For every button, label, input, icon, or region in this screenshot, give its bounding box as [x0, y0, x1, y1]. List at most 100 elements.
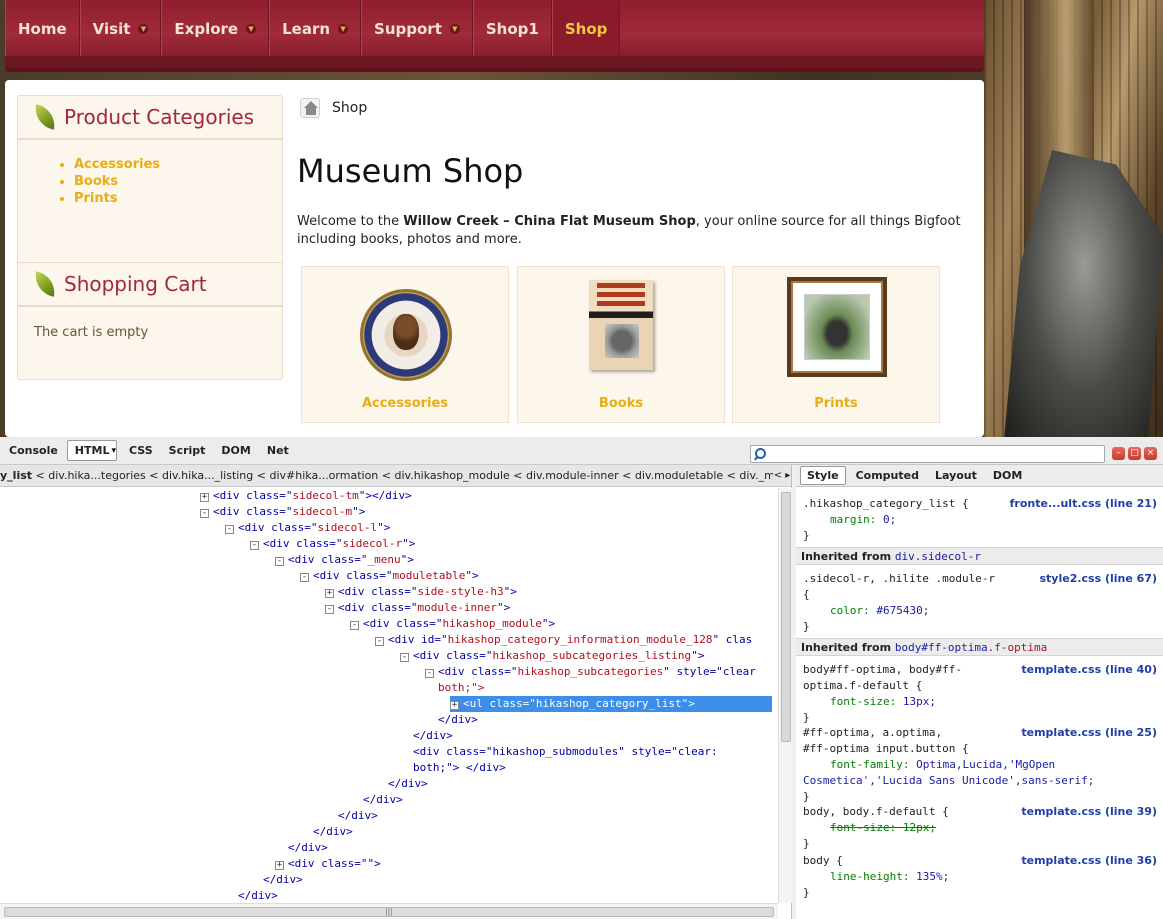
framed-print-image[interactable] — [787, 277, 887, 377]
category-tile-prints[interactable]: Prints — [732, 266, 940, 423]
selected-dom-node[interactable]: + <ul class="hikashop_category_list"> — [450, 696, 772, 712]
dom-tree-node[interactable]: </div> — [438, 712, 478, 728]
collapse-icon[interactable]: - — [225, 525, 234, 534]
devtools-tab-html[interactable]: HTML — [66, 440, 118, 461]
rule-property[interactable]: font-size: 13px; — [830, 694, 936, 710]
rule-selector[interactable]: .hikashop_category_list { — [803, 496, 969, 512]
devtools-tab-console[interactable]: Console — [2, 441, 65, 460]
side-tab-layout[interactable]: Layout — [929, 467, 983, 484]
dom-tree-node[interactable]: + <div class="side-style-h3"> — [325, 584, 517, 600]
dom-tree-node[interactable]: </div> — [413, 728, 453, 744]
dropdown-arrow-icon[interactable]: ▼ — [449, 24, 460, 34]
dom-tree-node[interactable]: both;"> </div> — [413, 760, 506, 776]
dom-tree-node[interactable]: </div> — [338, 808, 378, 824]
tile-label[interactable]: Prints — [733, 396, 939, 411]
rule-source-link[interactable]: fronte...ult.css (line 21) — [1010, 496, 1157, 512]
nav-item-shop[interactable]: Shop — [551, 0, 621, 58]
dom-tree-node[interactable]: + <div class=""> — [275, 856, 381, 872]
dom-tree-node[interactable]: </div> — [238, 888, 278, 903]
inherited-selector[interactable]: body#ff-optima — [895, 641, 988, 654]
devtools-search-input[interactable] — [750, 445, 1105, 463]
vertical-scrollbar[interactable] — [778, 488, 792, 903]
devtools-tab-net[interactable]: Net — [260, 441, 296, 460]
collapse-icon[interactable]: - — [300, 573, 309, 582]
rule-selector[interactable]: body#ff-optima, body#ff- — [803, 662, 962, 678]
devtools-tab-dom[interactable]: DOM — [214, 441, 257, 460]
dom-tree-node[interactable]: + <div class="sidecol-tm"></div> — [200, 488, 412, 504]
dom-tree-node[interactable]: both;"> — [438, 680, 484, 696]
dom-tree-node[interactable]: - <div class="hikashop_subcategories" sty… — [425, 664, 756, 680]
rule-selector[interactable]: optima.f-default { — [803, 678, 922, 694]
close-icon[interactable]: × — [1144, 447, 1157, 460]
breadcrumb-scroll-icon[interactable]: < ▸ — [773, 465, 791, 486]
collapse-icon[interactable]: - — [275, 557, 284, 566]
rule-property[interactable]: line-height: 135%; — [830, 869, 949, 885]
rule-source-link[interactable]: style2.css (line 67) — [1039, 571, 1157, 587]
dom-tree-node[interactable]: - <div class="sidecol-r"> — [250, 536, 415, 552]
nav-item-visit[interactable]: Visit ▼ — [79, 0, 162, 58]
nav-item-shop1[interactable]: Shop1 — [472, 0, 552, 58]
dom-tree-node[interactable]: <div class="hikashop_submodules" style="… — [413, 744, 718, 760]
inherited-selector[interactable]: div.sidecol-r — [895, 550, 981, 563]
collapse-icon[interactable]: - — [250, 541, 259, 550]
devtools-tab-script[interactable]: Script — [162, 441, 213, 460]
detach-icon[interactable]: □ — [1128, 447, 1141, 460]
breadcrumb-node[interactable]: div.hikashop_module — [395, 469, 510, 482]
bigfoot-lives-badge-image[interactable] — [360, 289, 452, 381]
collapse-icon[interactable]: - — [425, 669, 434, 678]
dropdown-arrow-icon[interactable]: ▾ — [111, 446, 116, 456]
rule-source-link[interactable]: template.css (line 40) — [1021, 662, 1157, 678]
collapse-icon[interactable]: - — [400, 653, 409, 662]
breadcrumb-node[interactable]: div.hika...tegories — [48, 469, 146, 482]
side-tab-style[interactable]: Style — [800, 466, 846, 485]
devtools-tab-css[interactable]: CSS — [122, 441, 160, 460]
collapse-icon[interactable]: - — [350, 621, 359, 630]
book-cover-image[interactable] — [589, 280, 653, 370]
home-icon[interactable] — [300, 98, 320, 118]
rule-selector[interactable]: .sidecol-r, .hilite .module-r — [803, 571, 995, 587]
expand-icon[interactable]: + — [450, 701, 459, 710]
category-tile-books[interactable]: Books — [517, 266, 725, 423]
collapse-icon[interactable]: - — [325, 605, 334, 614]
category-link[interactable]: Books — [74, 173, 282, 190]
nav-item-home[interactable]: Home — [5, 0, 80, 58]
dom-tree-node[interactable]: - <div class="moduletable"> — [300, 568, 479, 584]
tile-label[interactable]: Books — [518, 396, 724, 411]
inherited-selector[interactable]: .f-optima — [988, 641, 1048, 654]
rule-selector[interactable]: body { — [803, 853, 843, 869]
dom-tree-node[interactable]: - <div class="module-inner"> — [325, 600, 510, 616]
side-tab-dom[interactable]: DOM — [987, 467, 1028, 484]
expand-icon[interactable]: + — [200, 493, 209, 502]
breadcrumb-node[interactable]: div#hika...ormation — [269, 469, 378, 482]
dom-tree-node[interactable]: </div> — [363, 792, 403, 808]
dom-tree-node[interactable]: </div> — [263, 872, 303, 888]
rule-property[interactable]: color: #675430; — [830, 603, 929, 619]
tile-label[interactable]: Accessories — [302, 396, 508, 411]
rule-source-link[interactable]: template.css (line 25) — [1021, 725, 1157, 741]
rule-selector[interactable]: #ff-optima input.button { — [803, 741, 969, 757]
dom-tree-node[interactable]: </div> — [288, 840, 328, 856]
breadcrumb-node[interactable]: div.hika..._listing — [162, 469, 253, 482]
dom-tree-node[interactable]: - <div id="hikashop_category_information_… — [375, 632, 752, 648]
rule-source-link[interactable]: template.css (line 36) — [1021, 853, 1157, 869]
side-tab-computed[interactable]: Computed — [850, 467, 925, 484]
category-link[interactable]: Accessories — [74, 156, 282, 173]
breadcrumb-current-node[interactable]: y_list — [0, 469, 32, 482]
rule-selector[interactable]: body, body.f-default { — [803, 804, 949, 820]
scrollbar-thumb[interactable]: ||| — [4, 907, 774, 917]
rule-property[interactable]: margin: 0; — [830, 512, 896, 528]
rule-source-link[interactable]: template.css (line 39) — [1021, 804, 1157, 820]
collapse-icon[interactable]: - — [200, 509, 209, 518]
dropdown-arrow-icon[interactable]: ▼ — [338, 24, 349, 34]
category-link[interactable]: Prints — [74, 190, 282, 207]
minimize-icon[interactable]: – — [1112, 447, 1125, 460]
expand-icon[interactable]: + — [325, 589, 334, 598]
breadcrumb-node[interactable]: div.module-inner — [526, 469, 619, 482]
dom-tree-node[interactable]: - <div class="hikashop_module"> — [350, 616, 555, 632]
nav-item-learn[interactable]: Learn ▼ — [269, 0, 362, 58]
horizontal-scrollbar[interactable]: ||| — [0, 903, 778, 919]
dom-tree-node[interactable]: - <div class="hikashop_subcategories_list… — [400, 648, 704, 664]
category-tile-accessories[interactable]: Accessories — [301, 266, 509, 423]
nav-item-explore[interactable]: Explore ▼ — [161, 0, 270, 58]
scrollbar-thumb[interactable] — [781, 492, 791, 742]
